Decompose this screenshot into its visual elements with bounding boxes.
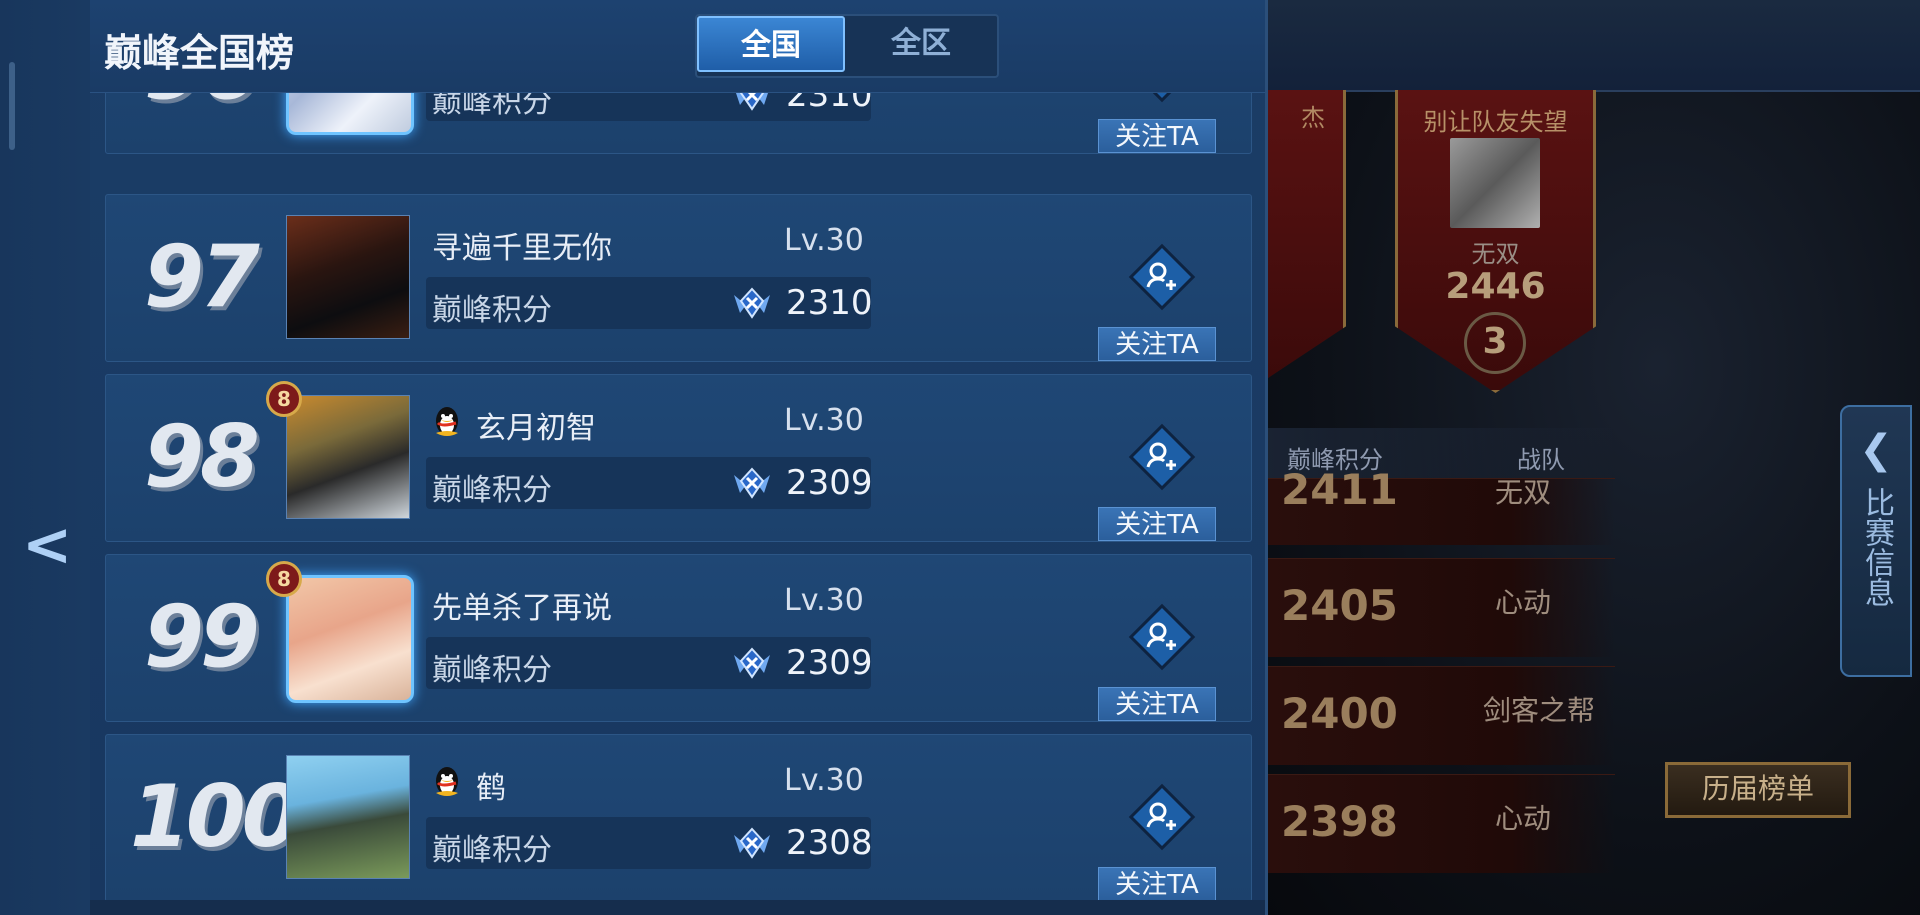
bg-row-team: 心动 (1495, 586, 1552, 619)
follow-button[interactable]: 关注TA (1098, 507, 1216, 541)
rank-number: 98 (144, 407, 260, 507)
ranking-list: 96巅峰积分2310关注TA97寻遍千里无你Lv.30巅峰积分2310关注TA9… (105, 0, 1252, 915)
score-label: 巅峰积分 (432, 293, 552, 328)
qq-penguin-icon (432, 403, 462, 439)
banner-left-tag: 杰 (1301, 104, 1325, 132)
add-friend-icon[interactable] (1126, 241, 1198, 313)
background-row: 2398 心动 (1265, 774, 1615, 873)
bg-row-team: 剑客之帮 (1483, 694, 1596, 727)
collapse-arrow-icon[interactable]: < (22, 510, 72, 580)
banner-name: 无双 (1471, 240, 1520, 268)
follow-button[interactable]: 关注TA (1098, 119, 1216, 153)
scope-tabs: 全国 全区 (695, 14, 999, 78)
player-avatar[interactable] (286, 575, 414, 703)
follow-button[interactable]: 关注TA (1098, 327, 1216, 361)
season-level-badge: 8 (266, 561, 302, 597)
player-level: Lv.30 (784, 223, 864, 258)
score-bar: 巅峰积分 2309 (426, 457, 873, 509)
peak-score-icon (732, 823, 772, 863)
score-bar: 巅峰积分 2308 (426, 817, 873, 869)
bg-row-score: 2405 (1281, 581, 1398, 630)
rank-banner-3: 别让队友失望 无双 2446 3 (1395, 90, 1596, 393)
rank-number: 100 (130, 767, 302, 867)
player-avatar[interactable] (286, 215, 410, 339)
add-friend-icon[interactable] (1126, 781, 1198, 853)
background-row: 2400 剑客之帮 (1265, 666, 1615, 765)
player-avatar[interactable] (286, 395, 410, 519)
bg-row-score: 2398 (1281, 797, 1398, 846)
match-info-label: 比赛信息 (1859, 487, 1894, 607)
bg-row-score: 2400 (1281, 689, 1398, 738)
player-level: Lv.30 (784, 583, 864, 618)
bg-row-team: 心动 (1495, 802, 1552, 835)
panel-bottom-edge (90, 900, 1265, 915)
background-row: 2405 心动 (1265, 558, 1615, 657)
player-level: Lv.30 (784, 403, 864, 438)
score-bar: 巅峰积分 2310 (426, 277, 873, 329)
background-scene: 杰 别让队友失望 无双 2446 3 巅峰积分 战队 2411 无双 2405 … (1265, 0, 1920, 915)
leaderboard-row[interactable]: 99 8 先单杀了再说 Lv.30 巅峰积分 2309 关注TA (105, 554, 1252, 722)
player-name: 寻遍千里无你 (432, 231, 612, 266)
leaderboard-panel: 巅峰全国榜 全国 全区 96巅峰积分2310关注TA97寻遍千里无你Lv.30巅… (90, 0, 1268, 915)
chevron-left-icon: ❮ (1859, 427, 1893, 473)
page-title: 巅峰全国榜 (104, 31, 295, 75)
season-level-badge: 8 (266, 381, 302, 417)
tab-district[interactable]: 全区 (847, 16, 995, 72)
leaderboard-row[interactable]: 98 8 玄月初智 Lv.30 巅峰积分 2309 关注TA (105, 374, 1252, 542)
peak-score-icon (732, 463, 772, 503)
add-friend-icon[interactable] (1126, 601, 1198, 673)
header-team: 战队 (1517, 446, 1565, 474)
rank-banner-2: 杰 (1265, 90, 1346, 393)
peak-score-icon (732, 283, 772, 323)
player-level: Lv.30 (784, 763, 864, 798)
peak-score-value: 2308 (786, 823, 873, 863)
peak-score-value: 2309 (786, 643, 873, 683)
history-leaderboard-button[interactable]: 历届榜单 (1665, 762, 1851, 818)
scrollbar-thumb[interactable] (9, 62, 15, 150)
leaderboard-row[interactable]: 100 鹤 Lv.30 巅峰积分 2308 关注TA (105, 734, 1252, 902)
rank-number: 97 (144, 227, 260, 327)
player-name: 鹤 (476, 771, 506, 806)
background-top-bar (1265, 0, 1920, 92)
tab-national[interactable]: 全国 (697, 16, 845, 72)
panel-header: 巅峰全国榜 全国 全区 (90, 0, 1265, 93)
banner-rank: 3 (1464, 312, 1526, 374)
banner-score: 2446 (1445, 266, 1546, 307)
bg-row-team: 无双 (1495, 476, 1552, 509)
peak-score-value: 2310 (786, 283, 873, 323)
match-info-tab[interactable]: ❮ 比赛信息 (1840, 405, 1912, 677)
follow-button[interactable]: 关注TA (1098, 687, 1216, 721)
rank-number: 99 (144, 587, 260, 687)
add-friend-icon[interactable] (1126, 421, 1198, 493)
peak-score-icon (732, 643, 772, 683)
peak-score-value: 2309 (786, 463, 873, 503)
score-label: 巅峰积分 (432, 833, 552, 868)
follow-button[interactable]: 关注TA (1098, 867, 1216, 901)
bg-row-score: 2411 (1281, 465, 1398, 514)
player-name: 玄月初智 (476, 411, 596, 446)
player-name: 先单杀了再说 (432, 591, 612, 626)
player-avatar[interactable] (286, 755, 410, 879)
score-bar: 巅峰积分 2309 (426, 637, 873, 689)
score-label: 巅峰积分 (432, 473, 552, 508)
leaderboard-row[interactable]: 97 寻遍千里无你 Lv.30 巅峰积分 2310 关注TA (105, 194, 1252, 362)
background-row: 2411 无双 (1265, 465, 1615, 545)
qq-penguin-icon (432, 763, 462, 799)
banner-tagline: 别让队友失望 (1423, 108, 1568, 136)
banner-avatar (1450, 138, 1540, 228)
score-label: 巅峰积分 (432, 653, 552, 688)
left-sidebar: < (0, 0, 92, 915)
